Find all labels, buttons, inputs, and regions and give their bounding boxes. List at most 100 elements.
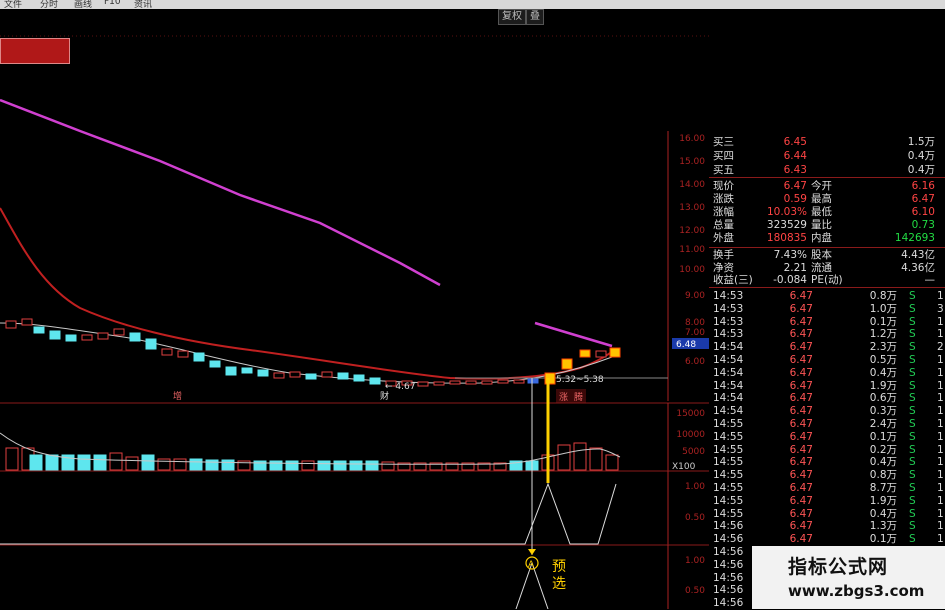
tick-side: S [909, 290, 916, 302]
candle [417, 381, 429, 387]
tick-time: 14:54 [713, 392, 744, 405]
tick-side: S [909, 507, 916, 520]
tick-row: 14:54 6.47 0.3万 S 1 [709, 405, 945, 418]
volume-bar [349, 460, 363, 471]
candle [561, 358, 573, 370]
tick-volume: 2.4万 [869, 418, 897, 430]
stat-label: PE(动) [811, 274, 843, 286]
low-price-label: ← 4.67 [385, 382, 415, 392]
tick-price: 6.47 [789, 405, 813, 418]
tick-volume: 0.8万 [869, 290, 897, 302]
signal-text: 预 [552, 559, 566, 575]
price-tick-label: 10.00 [679, 265, 705, 275]
stat-value: 6.16 [911, 180, 935, 192]
tick-row: 14:54 6.47 0.5万 S 1 [709, 354, 945, 367]
menu-item[interactable]: 分时 [40, 0, 58, 10]
tick-volume: 1.9万 [869, 494, 897, 507]
stat-value: — [924, 274, 936, 286]
tick-row: 14:53 6.47 0.1万 S 1 [709, 316, 945, 329]
candle [97, 332, 109, 340]
candle [81, 334, 93, 341]
watermark-url: www.zbgs3.com [788, 582, 925, 600]
stat-row: 总量 323529 量比 0.73 [709, 219, 945, 232]
tick-side: S [909, 520, 916, 533]
tick-time: 14:54 [713, 405, 744, 418]
candle [273, 372, 285, 379]
candle [113, 328, 125, 336]
volume-bar [605, 454, 619, 471]
tick-price: 6.47 [789, 494, 813, 507]
price-tick-label: 14.00 [679, 180, 705, 190]
kline-chart[interactable]: 16.00 15.00 14.00 13.00 12.00 11.00 10.0… [0, 23, 709, 609]
volume-bar [77, 454, 91, 471]
indicator-line [0, 482, 617, 545]
tick-time: 14:54 [713, 341, 744, 354]
menu-item[interactable]: 画线 [74, 0, 92, 10]
indicator-tick-label: 0.50 [685, 513, 705, 523]
tick-side: S [909, 366, 916, 379]
tick-price: 6.47 [789, 456, 813, 469]
price-tick-label: 15.00 [679, 157, 705, 167]
tick-count: 1 [937, 379, 944, 392]
tick-row: 14:55 6.47 2.4万 S 1 [709, 418, 945, 431]
menu-item[interactable]: 资讯 [134, 0, 152, 10]
candle [337, 372, 349, 380]
stat-value: 323529 [766, 219, 807, 231]
watermark-title: 指标公式网 [788, 556, 889, 578]
ask-label: 买三 [713, 136, 734, 148]
tick-volume: 1.9万 [869, 379, 897, 392]
stat-value: 180835 [766, 232, 807, 244]
menu-bar: 文件 分时 画线 F10 资讯 [0, 0, 945, 10]
volume-bar [317, 460, 331, 471]
candle [33, 326, 45, 334]
menu-item[interactable]: 文件 [4, 0, 22, 10]
tick-side: S [909, 379, 916, 392]
candle [65, 334, 77, 342]
stat-row: 外盘 180835 内盘 142693 [709, 232, 945, 245]
tick-time: 14:55 [713, 507, 744, 520]
stat-value: 4.36亿 [901, 261, 935, 274]
tick-row: 14:53 6.47 1.2万 S 1 [709, 328, 945, 341]
volume-bar [5, 447, 19, 471]
ask-price: 6.43 [783, 164, 807, 176]
tick-time: 14:56 [713, 558, 744, 571]
tick-count: 1 [937, 507, 944, 520]
stat-value: -0.084 [773, 274, 807, 286]
stat-label: 流通 [811, 261, 832, 274]
ask-label: 买四 [713, 150, 734, 162]
watermark: 指标公式网 www.zbgs3.com [752, 546, 945, 609]
stat-row: 换手 7.43% 股本 4.43亿 [709, 249, 945, 262]
volume-tick-label: 10000 [676, 430, 705, 440]
tick-time: 14:56 [713, 571, 744, 584]
tick-volume: 0.4万 [869, 456, 897, 469]
tick-side: S [909, 328, 916, 341]
stat-label: 总量 [713, 219, 734, 231]
tick-count: 1 [937, 354, 944, 366]
volume-bar [205, 459, 219, 471]
price-tick-label: 12.00 [679, 226, 705, 236]
ask-volume: 1.5万 [907, 136, 935, 148]
tick-count: 1 [937, 456, 944, 469]
price-tick-label: 6.00 [685, 357, 705, 367]
tick-time: 14:55 [713, 430, 744, 443]
candle [465, 380, 477, 385]
tick-price: 6.47 [789, 430, 813, 443]
indicator-tick-label: 0.50 [685, 586, 705, 596]
volume-bar [301, 460, 315, 471]
volume-bar [157, 458, 171, 471]
candle [305, 373, 317, 380]
candle [21, 318, 33, 326]
tick-price: 6.47 [789, 507, 813, 520]
tick-time: 14:54 [713, 379, 744, 392]
volume-bar [45, 454, 59, 471]
tick-row: 14:55 6.47 0.4万 S 1 [709, 456, 945, 469]
stat-label: 换手 [713, 249, 734, 261]
menu-item[interactable]: F10 [104, 0, 121, 7]
tick-volume: 2.3万 [869, 341, 897, 354]
stat-value: 2.21 [783, 261, 807, 274]
volume-bar [269, 460, 283, 471]
candle [129, 332, 141, 342]
tick-count: 1 [937, 469, 944, 482]
tick-time: 14:56 [713, 546, 744, 558]
tick-row: 14:55 6.47 0.4万 S 1 [709, 508, 945, 521]
